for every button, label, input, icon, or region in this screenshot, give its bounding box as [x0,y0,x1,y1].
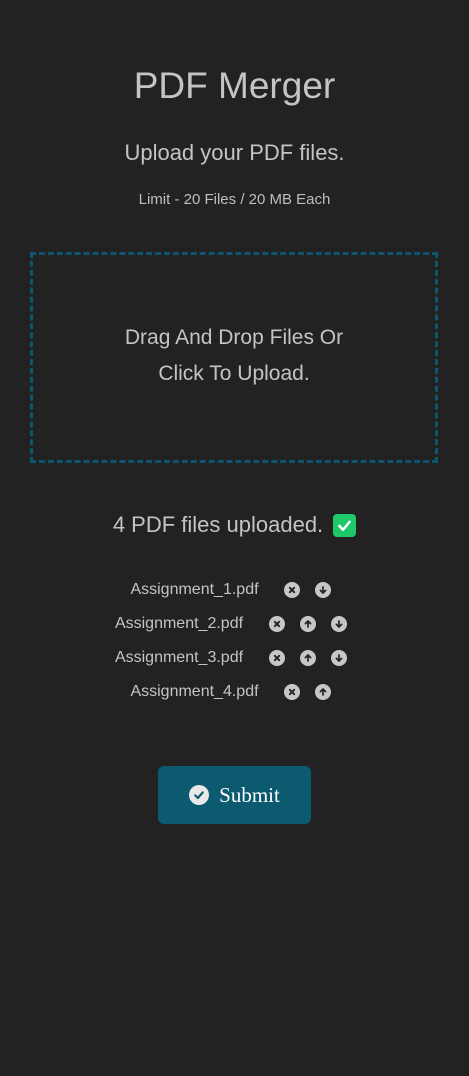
remove-icon[interactable] [268,650,285,666]
check-circle-icon [189,785,210,805]
upload-limit-text: Limit - 20 Files / 20 MB Each [138,191,331,208]
upload-status: 4 PDF files uploaded. [0,510,469,540]
file-name: Assignment_1.pdf [130,581,259,598]
submit-label: Submit [219,782,280,807]
file-name: Assignment_4.pdf [130,683,259,700]
file-dropzone[interactable]: Drag And Drop Files Or Click To Upload. [30,252,438,463]
dropzone-text: Drag And Drop Files Or Click To Upload. [125,320,343,392]
file-row: Assignment_2.pdf [0,607,469,641]
dropzone-line-1: Drag And Drop Files Or [124,325,344,349]
upload-status-text: 4 PDF files uploaded. [112,512,324,537]
file-name: Assignment_3.pdf [114,649,244,666]
arrow-down-icon[interactable] [315,582,332,598]
remove-icon[interactable] [284,582,301,598]
arrow-up-icon[interactable] [315,684,332,700]
check-icon [333,513,357,537]
remove-icon[interactable] [268,616,285,632]
dropzone-line-2: Click To Upload. [158,361,310,385]
arrow-down-icon[interactable] [330,650,347,666]
file-row: Assignment_3.pdf [0,641,469,675]
page-title: PDF Merger [133,65,336,106]
file-list: Assignment_1.pdf Assignment_2.pdf Assignme… [0,573,469,709]
file-row: Assignment_4.pdf [0,675,469,709]
arrow-down-icon[interactable] [330,616,347,632]
file-row: Assignment_1.pdf [0,573,469,607]
file-name: Assignment_2.pdf [114,615,244,632]
remove-icon[interactable] [284,684,301,700]
submit-button[interactable]: Submit [158,766,311,824]
page-subtitle: Upload your PDF files. [124,140,345,165]
arrow-up-icon[interactable] [299,616,316,632]
arrow-up-icon[interactable] [299,650,316,666]
